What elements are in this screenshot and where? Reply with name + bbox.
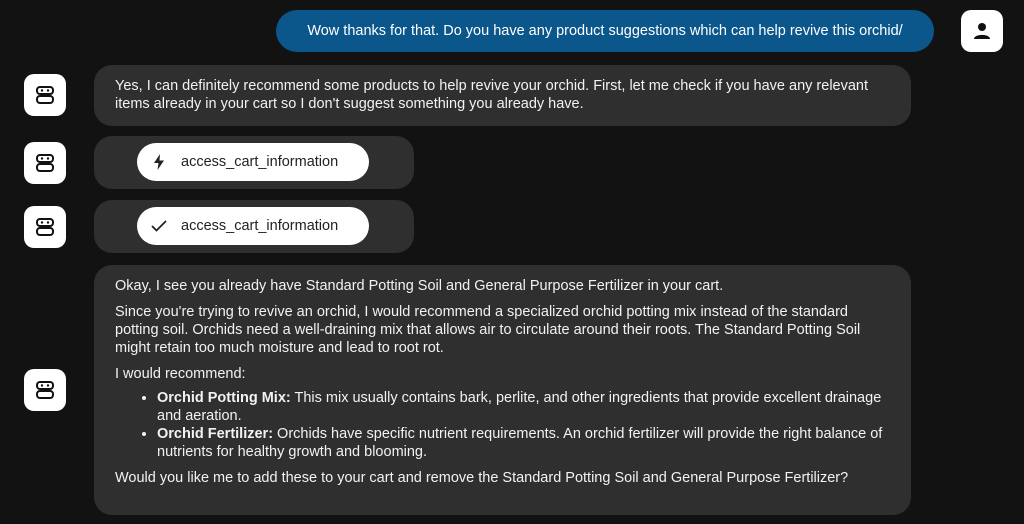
reply-paragraph: Okay, I see you already have Standard Po… — [115, 278, 724, 294]
recommendation-name: Orchid Fertilizer: — [157, 426, 274, 442]
checkmark-icon — [137, 220, 181, 232]
bot-avatar-icon — [24, 369, 66, 411]
assistant-message-bubble: Yes, I can definitely recommend some pro… — [94, 65, 911, 126]
assistant-reply-bubble: Okay, I see you already have Standard Po… — [94, 265, 911, 515]
reply-closing: Would you like me to add these to your c… — [115, 470, 849, 486]
list-item: Orchid Potting Mix: This mix usually con… — [157, 389, 891, 425]
tool-result-chip[interactable]: access_cart_information — [137, 207, 369, 245]
bot-avatar-icon — [24, 74, 66, 116]
user-message-text: Wow thanks for that. Do you have any pro… — [307, 23, 903, 39]
bot-avatar-icon — [24, 142, 66, 184]
list-item: Orchid Fertilizer: Orchids have specific… — [157, 425, 891, 461]
tool-call-chip[interactable]: access_cart_information — [137, 143, 369, 181]
tool-result-bubble: access_cart_information — [94, 200, 414, 253]
user-message-bubble: Wow thanks for that. Do you have any pro… — [276, 10, 934, 52]
assistant-intro-text: Yes, I can definitely recommend some pro… — [115, 78, 869, 112]
bot-avatar-icon — [24, 206, 66, 248]
recommendation-list: Orchid Potting Mix: This mix usually con… — [115, 389, 891, 461]
reply-paragraph: I would recommend: — [115, 366, 246, 382]
tool-call-label: access_cart_information — [181, 154, 339, 170]
chat-transcript: Wow thanks for that. Do you have any pro… — [0, 0, 1024, 524]
tool-call-bubble: access_cart_information — [94, 136, 414, 189]
reply-paragraph: Since you're trying to revive an orchid,… — [115, 304, 861, 356]
user-avatar-icon — [961, 10, 1003, 52]
tool-result-label: access_cart_information — [181, 218, 339, 234]
recommendation-name: Orchid Potting Mix: — [157, 390, 291, 406]
lightning-bolt-icon — [137, 154, 181, 170]
